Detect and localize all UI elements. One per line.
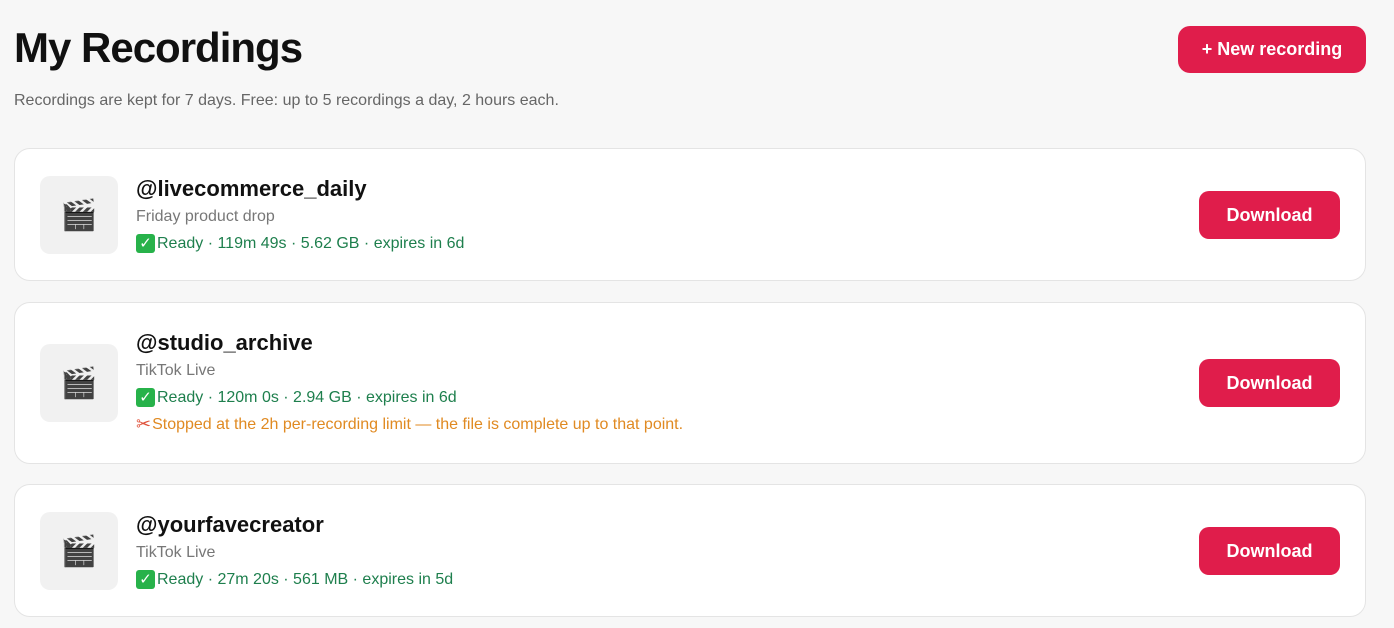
recording-status: ✓ Ready · 119m 49s · 5.62 GB · expires i… — [136, 230, 464, 257]
recording-handle: @livecommerce_daily — [136, 176, 367, 201]
recording-status: ✓ Ready · 27m 20s · 561 MB · expires in … — [136, 566, 453, 593]
page-title: My Recordings — [14, 24, 303, 71]
check-icon: ✓ — [136, 388, 155, 407]
recording-card: 🎬 @yourfavecreator TikTok Live ✓ Ready ·… — [14, 484, 1366, 617]
status-text: Ready · 27m 20s · 561 MB · expires in 5d — [157, 571, 454, 588]
page-header: My Recordings Recordings are kept for 7 … — [14, 0, 1366, 128]
new-recording-button[interactable]: + New recording — [1178, 26, 1366, 73]
check-icon: ✓ — [136, 570, 155, 589]
recording-info: @yourfavecreator TikTok Live ✓ Ready · 2… — [136, 511, 453, 593]
clapperboard-icon: 🎬 — [40, 512, 118, 590]
download-button[interactable]: Download — [1199, 359, 1340, 407]
page-subtitle: Recordings are kept for 7 days. Free: up… — [14, 92, 559, 109]
recording-caption: Friday product drop — [136, 208, 275, 225]
recording-warning: ✂ Stopped at the 2h per-recording limit … — [136, 411, 683, 438]
warning-text: Stopped at the 2h per-recording limit — … — [152, 416, 684, 433]
recording-card: 🎬 @livecommerce_daily Friday product dro… — [14, 148, 1366, 281]
download-button[interactable]: Download — [1199, 191, 1340, 239]
download-button[interactable]: Download — [1199, 527, 1340, 575]
clapperboard-icon: 🎬 — [40, 344, 118, 422]
recording-info: @livecommerce_daily Friday product drop … — [136, 175, 464, 257]
recording-handle: @studio_archive — [136, 330, 313, 355]
recording-card: 🎬 @studio_archive TikTok Live ✓ Ready · … — [14, 302, 1366, 464]
check-icon: ✓ — [136, 234, 155, 253]
status-text: Ready · 119m 49s · 5.62 GB · expires in … — [157, 235, 465, 252]
recording-caption: TikTok Live — [136, 362, 216, 379]
status-text: Ready · 120m 0s · 2.94 GB · expires in 6… — [157, 389, 457, 406]
recording-info: @studio_archive TikTok Live ✓ Ready · 12… — [136, 329, 683, 438]
clapperboard-icon: 🎬 — [40, 176, 118, 254]
recording-status: ✓ Ready · 120m 0s · 2.94 GB · expires in… — [136, 384, 683, 411]
recording-caption: TikTok Live — [136, 544, 216, 561]
scissors-icon: ✂ — [136, 414, 152, 435]
recording-handle: @yourfavecreator — [136, 512, 324, 537]
